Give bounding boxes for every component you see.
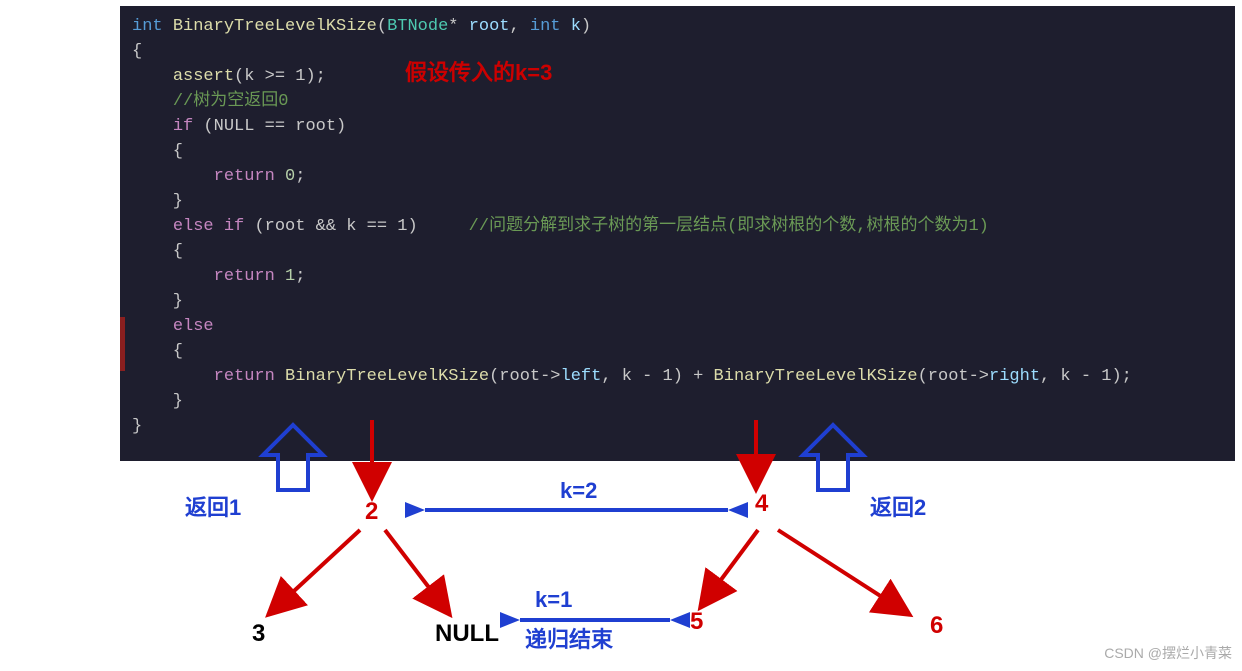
node-5: 5 <box>690 608 703 636</box>
assert-call: assert <box>173 67 234 86</box>
node-6: 6 <box>930 612 943 640</box>
label-k1: k=1 <box>535 587 572 613</box>
annotation-assume-k: 假设传入的k=3 <box>405 55 552 87</box>
fn-decl: BinaryTreeLevelKSize <box>173 17 377 36</box>
breakpoint-marker <box>120 317 125 344</box>
code-editor: int BinaryTreeLevelKSize(BTNode* root, i… <box>120 6 1235 461</box>
type-btnode: BTNode <box>387 17 448 36</box>
label-return1: 返回1 <box>185 490 241 522</box>
label-recursion-end: 递归结束 <box>525 622 613 654</box>
node-4: 4 <box>755 490 768 518</box>
node-3: 3 <box>252 620 265 648</box>
comment-empty-tree: //树为空返回0 <box>173 92 289 111</box>
node-2: 2 <box>365 498 378 526</box>
label-return2: 返回2 <box>870 490 926 522</box>
watermark: CSDN @摆烂小青菜 <box>1104 643 1232 663</box>
comment-subtree: //问题分解到求子树的第一层结点(即求树根的个数,树根的个数为1) <box>418 217 989 236</box>
label-k2: k=2 <box>560 478 597 504</box>
breakpoint-marker-2 <box>120 344 125 371</box>
kw-int: int <box>132 17 173 36</box>
node-null: NULL <box>435 620 499 648</box>
